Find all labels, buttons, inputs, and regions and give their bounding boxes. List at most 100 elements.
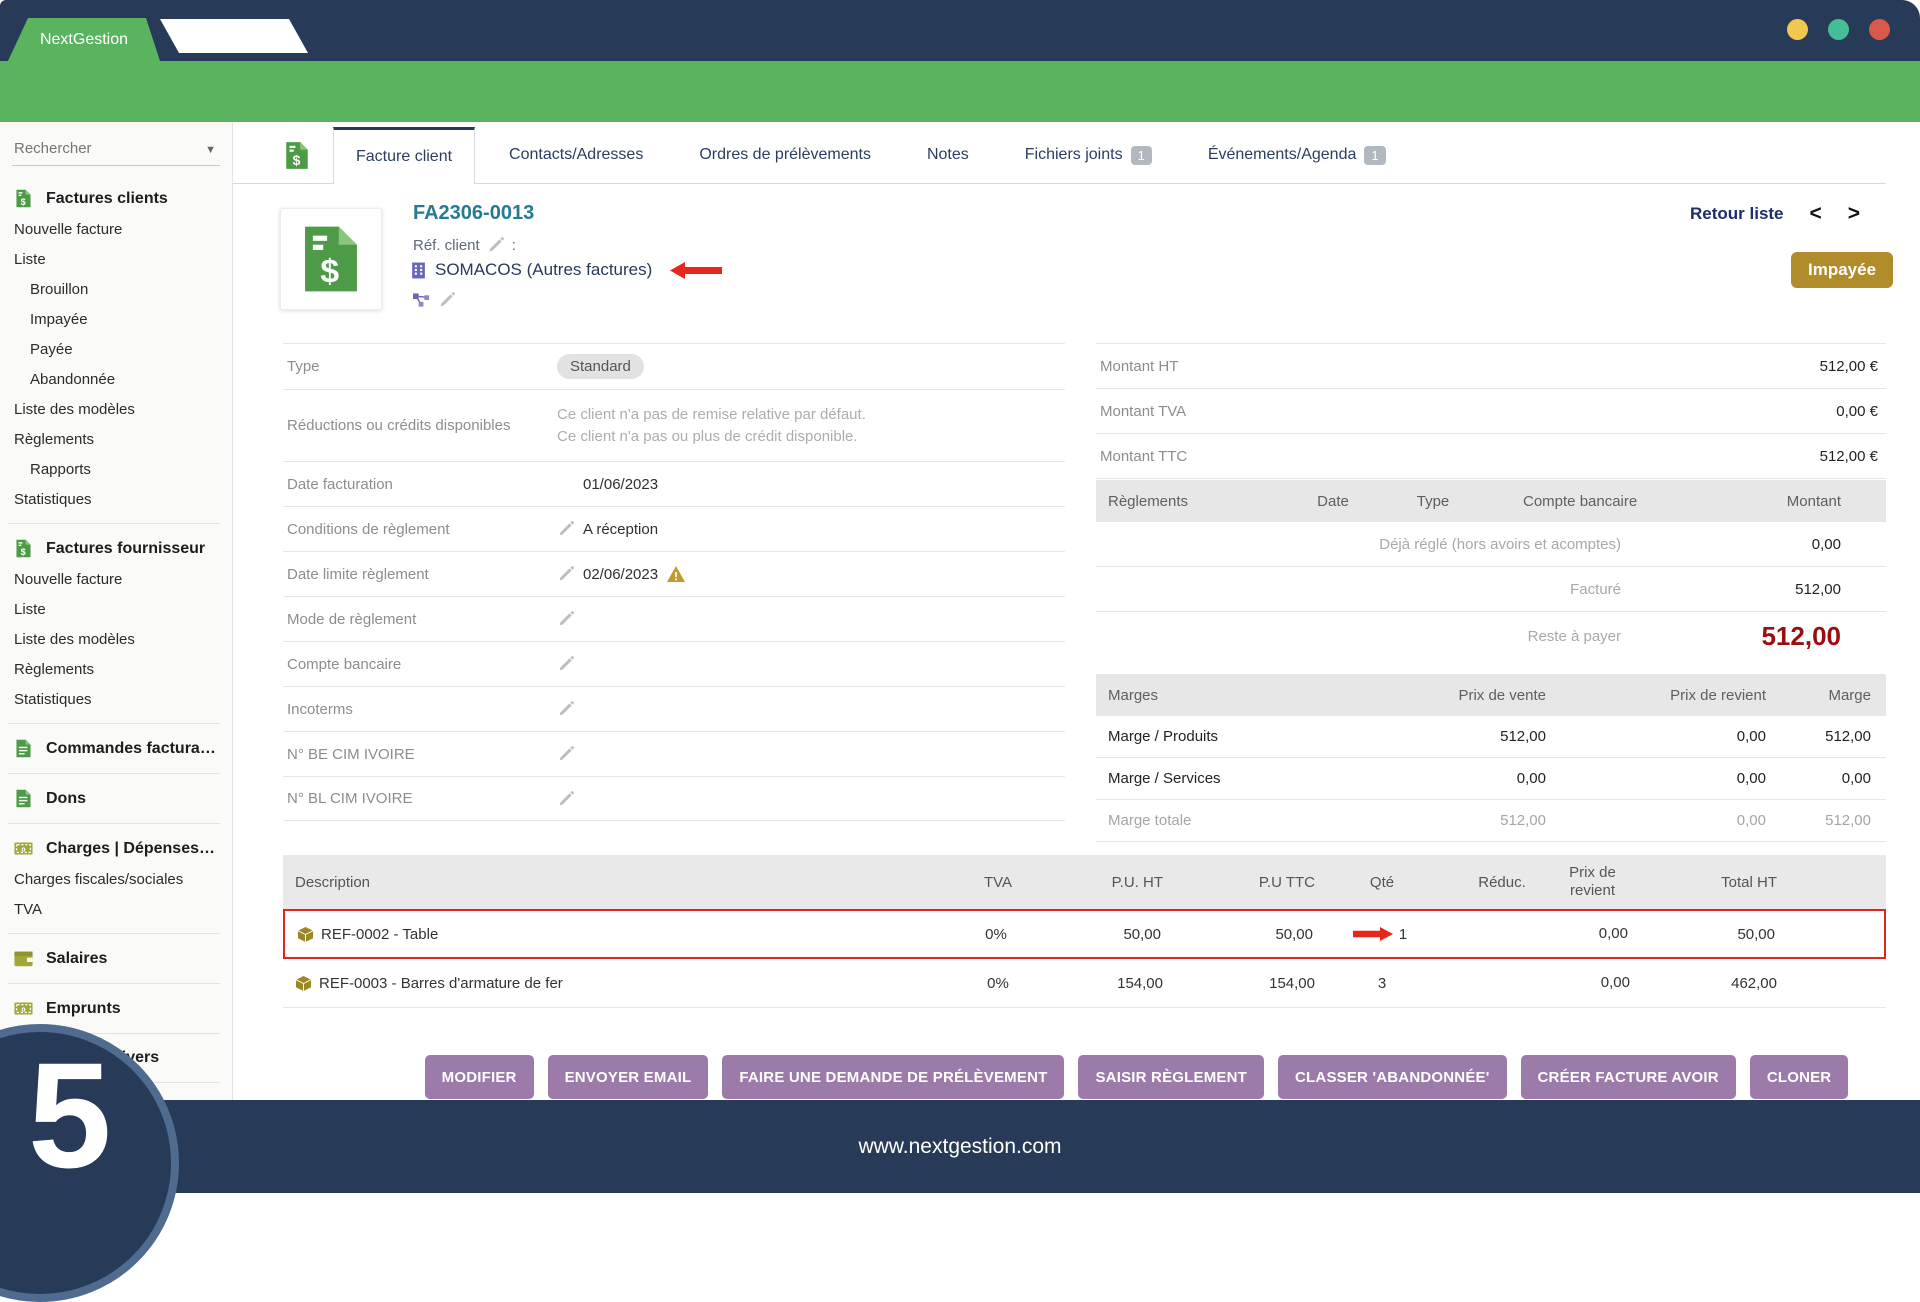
tab-label: Facture client: [356, 148, 452, 166]
row-value: 0,00: [1546, 770, 1766, 787]
detail-row-mode-reglement: Mode de règlement: [283, 596, 1065, 641]
item-row-highlighted[interactable]: REF-0002 - Table 0% 50,00 50,00 1 0,00 5…: [283, 909, 1886, 959]
item-qty: 1: [1399, 926, 1407, 943]
amount-label: Montant TTC: [1096, 448, 1678, 465]
tab-fichiers-joints[interactable]: Fichiers joints 1: [1003, 127, 1174, 183]
item-description-link[interactable]: REF-0003 - Barres d'armature de fer: [319, 975, 563, 992]
sidebar-item-nouvelle-facture[interactable]: Nouvelle facture: [0, 215, 232, 245]
demande-prelevement-button[interactable]: FAIRE UNE DEMANDE DE PRÉLÈVEMENT: [722, 1055, 1064, 1099]
tab-facture-client[interactable]: Facture client: [333, 127, 475, 184]
modifier-button[interactable]: MODIFIER: [425, 1055, 534, 1099]
item-description-link[interactable]: REF-0002 - Table: [321, 926, 438, 943]
cloner-button[interactable]: CLONER: [1750, 1055, 1849, 1099]
edit-pencil-icon[interactable]: [438, 291, 456, 309]
window-dot-yellow[interactable]: [1787, 19, 1808, 40]
sidebar-section-factures-clients[interactable]: Factures clients: [0, 182, 232, 215]
detail-value: A réception: [583, 521, 658, 538]
detail-row-bl-cim: N° BL CIM IVOIRE: [283, 776, 1065, 821]
banknote-icon: [14, 999, 33, 1018]
step-number: 5: [28, 1040, 111, 1190]
sidebar-section-factures-fournisseur[interactable]: Factures fournisseur: [0, 532, 232, 565]
deja-regle-row: Déjà réglé (hors avoirs et acomptes) 0,0…: [1096, 522, 1886, 567]
montant-ht-row: Montant HT 512,00 €: [1096, 343, 1886, 388]
edit-pencil-icon[interactable]: [557, 610, 575, 628]
window-dot-red[interactable]: [1869, 19, 1890, 40]
sidebar-item-liste-modeles-f[interactable]: Liste des modèles: [0, 625, 232, 655]
creer-facture-avoir-button[interactable]: CRÉER FACTURE AVOIR: [1521, 1055, 1736, 1099]
edit-pencil-icon[interactable]: [557, 790, 575, 808]
row-label: Marge / Produits: [1096, 728, 1336, 745]
secondary-tab[interactable]: [160, 19, 310, 53]
list-navigation: Retour liste < >: [1690, 203, 1860, 224]
sidebar-item-liste[interactable]: Liste: [0, 245, 232, 275]
sidebar-item-payee[interactable]: Payée: [0, 335, 232, 365]
sidebar-item-rapports[interactable]: Rapports: [0, 455, 232, 485]
detail-row-compte-bancaire: Compte bancaire: [283, 641, 1065, 686]
edit-pencil-icon[interactable]: [557, 565, 575, 583]
edit-pencil-icon[interactable]: [557, 520, 575, 538]
sidebar-item-brouillon[interactable]: Brouillon: [0, 275, 232, 305]
sidebar-section-salaires[interactable]: Salaires: [0, 942, 232, 975]
sidebar-section-commandes[interactable]: Commandes factura…: [0, 732, 232, 765]
sidebar-item-tva[interactable]: TVA: [0, 895, 232, 925]
divider: [8, 773, 220, 774]
retour-liste-link[interactable]: Retour liste: [1690, 204, 1784, 224]
sidebar-item-impayee[interactable]: Impayée: [0, 305, 232, 335]
tab-notes[interactable]: Notes: [905, 127, 991, 183]
sidebar-item-reglements[interactable]: Règlements: [0, 425, 232, 455]
sidebar-item-charges-fiscales[interactable]: Charges fiscales/sociales: [0, 865, 232, 895]
saisir-reglement-button[interactable]: SAISIR RÈGLEMENT: [1078, 1055, 1264, 1099]
classer-abandonnee-button[interactable]: CLASSER 'ABANDONNÉE': [1278, 1055, 1506, 1099]
invoice-type-card: [280, 208, 382, 310]
detail-value: 02/06/2023: [583, 566, 658, 583]
detail-row-date-facturation: Date facturation 01/06/2023: [283, 461, 1065, 506]
action-buttons-bar: MODIFIER ENVOYER EMAIL FAIRE UNE DEMANDE…: [233, 1055, 1920, 1099]
tab-contacts-adresses[interactable]: Contacts/Adresses: [487, 127, 665, 183]
detail-label: Conditions de règlement: [283, 521, 557, 538]
sidebar-item-abandonnee[interactable]: Abandonnée: [0, 365, 232, 395]
item-pu-ht: 154,00: [1068, 975, 1163, 992]
sidebar-section-charges[interactable]: Charges | Dépenses…: [0, 832, 232, 865]
edit-pencil-icon[interactable]: [557, 700, 575, 718]
montant-ttc-row: Montant TTC 512,00 €: [1096, 433, 1886, 479]
edit-pencil-icon[interactable]: [557, 655, 575, 673]
prev-invoice-chevron-icon[interactable]: <: [1810, 203, 1822, 224]
item-row[interactable]: REF-0003 - Barres d'armature de fer 0% 1…: [283, 959, 1886, 1008]
detail-row-incoterms: Incoterms: [283, 686, 1065, 731]
sidebar-item-liste-f[interactable]: Liste: [0, 595, 232, 625]
row-value: 512,00: [1681, 581, 1886, 598]
detail-value: 01/06/2023: [557, 476, 658, 493]
content-tab-bar: Facture client Contacts/Adresses Ordres …: [233, 127, 1886, 184]
sidebar-item-statistiques[interactable]: Statistiques: [0, 485, 232, 515]
app-logo-tab[interactable]: NextGestion: [8, 18, 160, 61]
sidebar-section-emprunts[interactable]: Emprunts: [0, 992, 232, 1025]
hierarchy-icon[interactable]: [413, 293, 430, 308]
edit-pencil-icon[interactable]: [557, 745, 575, 763]
row-value: 0,00: [1546, 812, 1766, 829]
sidebar-item-nouvelle-facture-f[interactable]: Nouvelle facture: [0, 565, 232, 595]
chevron-down-icon[interactable]: ▼: [205, 144, 216, 156]
envoyer-email-button[interactable]: ENVOYER EMAIL: [548, 1055, 709, 1099]
search-input[interactable]: [12, 132, 220, 165]
detail-row-type: Type Standard: [283, 343, 1065, 389]
tab-evenements-agenda[interactable]: Événements/Agenda 1: [1186, 127, 1408, 183]
ref-client-label: Réf. client: [413, 237, 480, 254]
tab-ordres-prelevements[interactable]: Ordres de prélèvements: [677, 127, 893, 183]
client-link[interactable]: SOMACOS (Autres factures): [435, 260, 652, 280]
sidebar-section-label: Commandes factura…: [46, 740, 216, 758]
tab-label: Notes: [927, 146, 969, 164]
amount-value: 512,00 €: [1678, 358, 1886, 375]
sidebar-item-reglements-f[interactable]: Règlements: [0, 655, 232, 685]
sidebar-item-liste-modeles[interactable]: Liste des modèles: [0, 395, 232, 425]
column-header: Prix de vente: [1336, 687, 1546, 704]
invoice-lines-table: Description TVA P.U. HT P.U TTC Qté Rédu…: [283, 855, 1886, 1008]
window-dot-teal[interactable]: [1828, 19, 1849, 40]
sidebar-item-statistiques-f[interactable]: Statistiques: [0, 685, 232, 715]
edit-pencil-icon[interactable]: [487, 236, 505, 254]
column-header: Marges: [1096, 687, 1336, 704]
sidebar-section-dons[interactable]: Dons: [0, 782, 232, 815]
marge-totale-row: Marge totale 512,00 0,00 512,00: [1096, 800, 1886, 842]
item-prix-revient: 0,00: [1555, 974, 1630, 992]
column-header: TVA: [928, 874, 1068, 891]
next-invoice-chevron-icon[interactable]: >: [1848, 203, 1860, 224]
